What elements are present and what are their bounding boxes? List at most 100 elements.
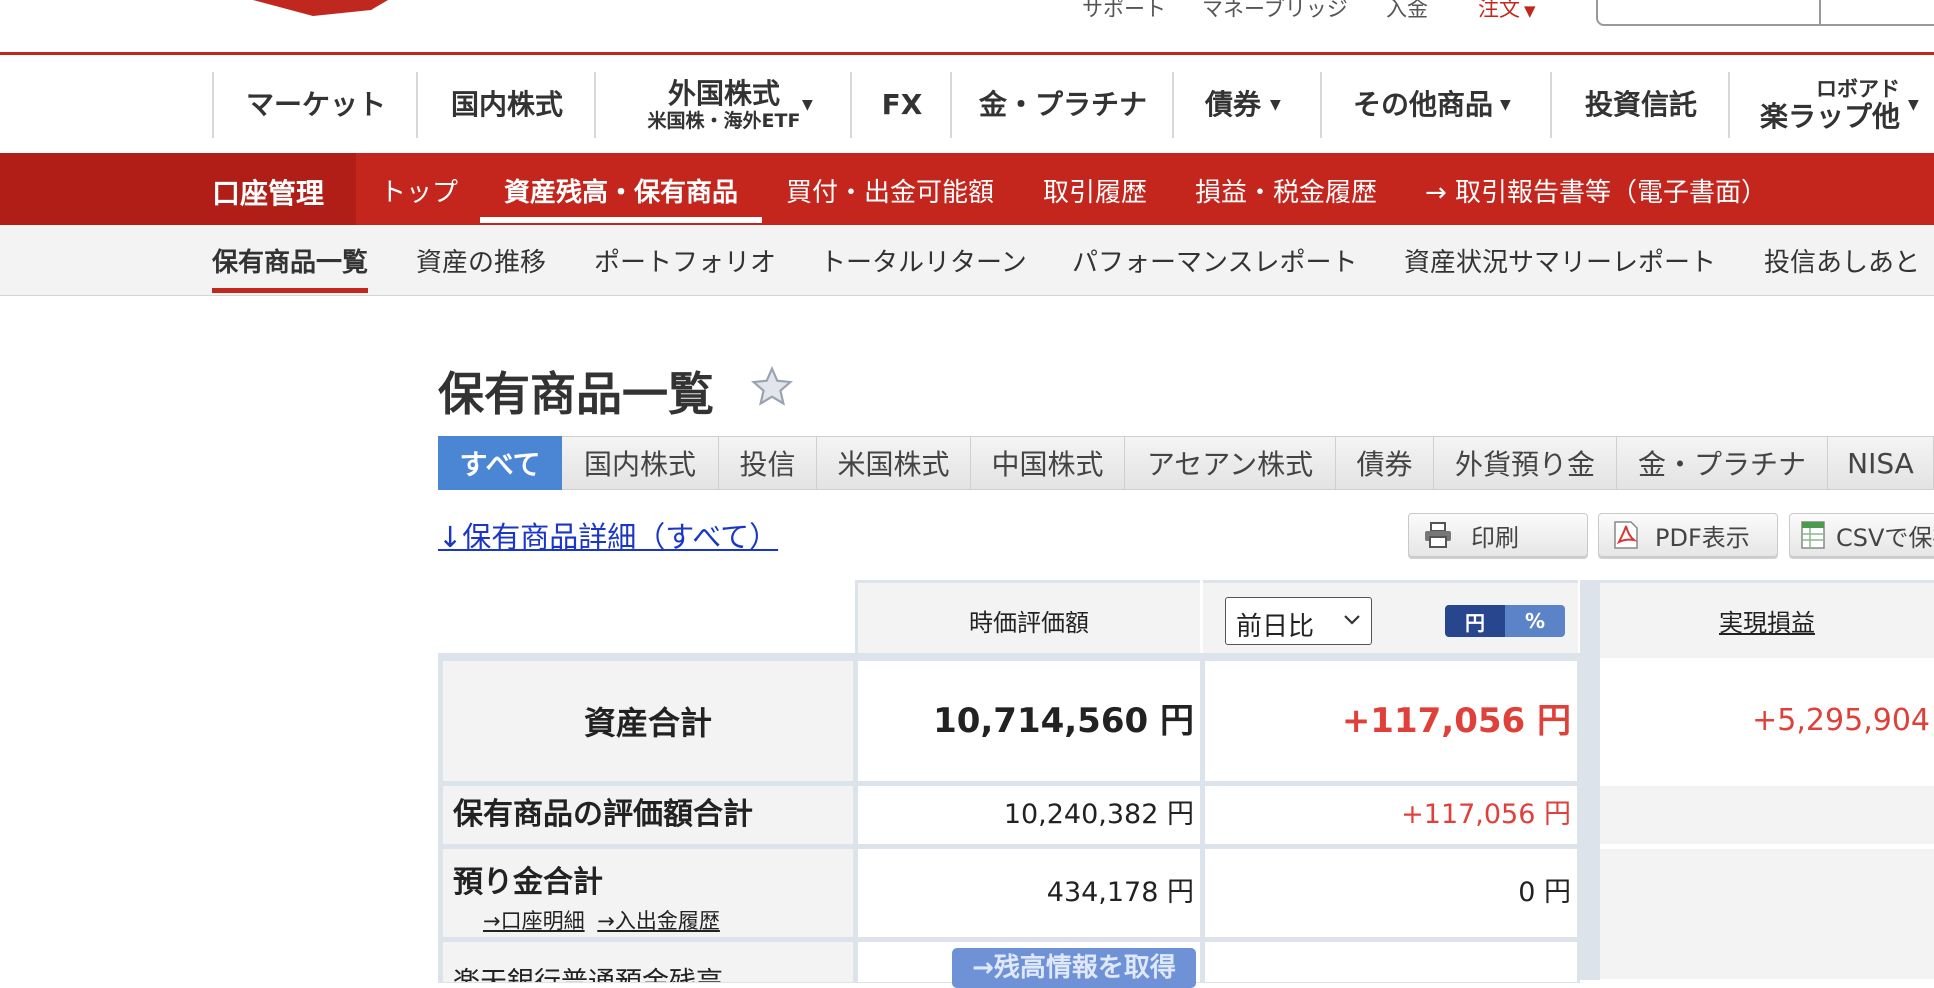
brand-logo[interactable]: [253, 0, 388, 16]
nav-domestic-stocks[interactable]: 国内株式: [416, 72, 596, 138]
order-label: 注文: [1478, 0, 1520, 21]
top-header: サポート マネーブリッジ 入金 注文 ▼: [0, 0, 1934, 52]
account-nav: 口座管理 トップ 資産残高・保有商品 買付・出金可能額 取引履歴 損益・税金履歴…: [0, 153, 1934, 225]
deposit-link[interactable]: 入金: [1386, 0, 1428, 20]
chevron-down-icon: ▼: [1270, 97, 1281, 113]
subnav-fund-history[interactable]: 投信あしあと: [1764, 242, 1920, 279]
nav-bonds[interactable]: 債券: [1172, 72, 1322, 138]
holdings-total-change: +117,056 円: [1205, 786, 1577, 844]
tab-gold-platinum[interactable]: 金・プラチナ: [1617, 436, 1828, 490]
deposit-total-change: 0 円: [1205, 849, 1577, 937]
print-button[interactable]: 印刷: [1408, 513, 1588, 557]
nav-gold-platinum[interactable]: 金・プラチナ: [950, 72, 1174, 138]
tab-nisa[interactable]: NISA: [1828, 436, 1934, 490]
tab-top[interactable]: トップ: [380, 172, 458, 209]
order-menu[interactable]: 注文 ▼: [1478, 0, 1536, 20]
account-nav-title-label: 口座管理: [212, 177, 325, 210]
money-bridge-link[interactable]: マネーブリッジ: [1202, 0, 1348, 20]
chevron-down-icon: ▼: [802, 97, 813, 113]
sub-nav: 保有商品一覧 資産の推移 ポートフォリオ トータルリターン パフォーマンスレポー…: [0, 225, 1934, 296]
tab-china-stocks[interactable]: 中国株式: [971, 436, 1125, 490]
nav-bonds-label: 債券: [1204, 88, 1261, 121]
chevron-down-icon: ▼: [1524, 2, 1536, 20]
pdf-view-label: PDF表示: [1655, 523, 1750, 552]
star-icon[interactable]: [750, 365, 794, 409]
pdf-view-button[interactable]: PDF表示: [1598, 513, 1778, 557]
pdf-icon: [1614, 521, 1638, 549]
holdings-total-value: 10,240,382 円: [858, 786, 1200, 844]
tab-asean-stocks[interactable]: アセアン株式: [1125, 436, 1336, 490]
tab-trade-reports[interactable]: → 取引報告書等（電子書面）: [1425, 172, 1767, 209]
nav-fx[interactable]: FX: [850, 72, 952, 138]
print-label: 印刷: [1471, 523, 1519, 552]
change-period-value: 前日比: [1236, 612, 1315, 642]
realized-pnl-header-label[interactable]: 実現損益: [1719, 603, 1815, 638]
deposit-withdraw-history-link[interactable]: →入出金履歴: [597, 909, 720, 933]
nav-market-label: マーケット: [245, 88, 386, 121]
nav-investment-trusts[interactable]: 投資信託: [1550, 72, 1730, 138]
tab-purchase-withdraw[interactable]: 買付・出金可能額: [786, 172, 994, 209]
nav-fx-label: FX: [881, 88, 923, 121]
deposit-total-label: 預り金合計: [453, 865, 603, 900]
chevron-down-icon: ▼: [1500, 97, 1511, 113]
column-gap: [1580, 580, 1600, 980]
unit-yen-option[interactable]: 円: [1445, 605, 1505, 637]
deposit-total-cell: 預り金合計 →口座明細 →入出金履歴: [443, 849, 853, 937]
nav-foreign-stocks[interactable]: 外国株式 米国株・海外ETF: [594, 72, 852, 138]
tab-investment-trusts[interactable]: 投信: [719, 436, 817, 490]
fetch-balance-button[interactable]: →残高情報を取得: [952, 948, 1196, 988]
tab-trade-history[interactable]: 取引履歴: [1043, 172, 1147, 209]
tab-pnl-tax-history[interactable]: 損益・税金履歴: [1195, 172, 1377, 209]
unit-toggle[interactable]: 円 %: [1445, 605, 1565, 637]
page-title: 保有商品一覧: [438, 367, 714, 421]
deposit-realized-empty: [1600, 849, 1934, 979]
search-input[interactable]: [1596, 0, 1934, 26]
bank-balance-change: [1205, 942, 1577, 982]
account-nav-title[interactable]: 口座管理: [0, 153, 356, 225]
account-detail-link[interactable]: →口座明細: [483, 909, 585, 933]
market-value-header: 時価評価額: [855, 580, 1200, 658]
holdings-detail-link[interactable]: ↓保有商品詳細（すべて）: [438, 514, 778, 556]
spreadsheet-icon: [1801, 521, 1825, 549]
nav-gold-platinum-label: 金・プラチナ: [978, 88, 1147, 121]
printer-icon: [1425, 522, 1451, 548]
nav-robo-advisor-top: ロボアド: [1816, 77, 1900, 101]
deposit-total-value: 434,178 円: [858, 849, 1200, 937]
realized-pnl-header: 実現損益: [1600, 580, 1934, 658]
search-divider: [1819, 0, 1821, 24]
subnav-asset-summary-report[interactable]: 資産状況サマリーレポート: [1404, 242, 1716, 279]
nav-domestic-stocks-label: 国内株式: [450, 88, 563, 121]
csv-save-label: CSVで保存: [1836, 523, 1934, 552]
change-period-select[interactable]: 前日比: [1225, 597, 1372, 645]
active-subnav-indicator: [212, 288, 368, 293]
support-link[interactable]: サポート: [1082, 0, 1166, 20]
nav-investment-trusts-label: 投資信託: [1584, 88, 1697, 121]
tab-assets-holdings[interactable]: 資産残高・保有商品: [504, 172, 738, 209]
chevron-down-icon: ▼: [1908, 97, 1919, 113]
nav-robo-advisor-label: 楽ラップ他: [1760, 100, 1901, 133]
nav-foreign-stocks-sub: 米国株・海外ETF: [647, 110, 801, 132]
subnav-holdings-list[interactable]: 保有商品一覧: [212, 242, 368, 279]
tab-bonds[interactable]: 債券: [1336, 436, 1434, 490]
subnav-total-return[interactable]: トータルリターン: [820, 242, 1027, 279]
nav-market[interactable]: マーケット: [212, 72, 418, 138]
unit-percent-option[interactable]: %: [1505, 605, 1565, 637]
tab-all[interactable]: すべて: [438, 436, 562, 490]
csv-save-button[interactable]: CSVで保存: [1789, 513, 1934, 557]
tab-foreign-currency-deposits[interactable]: 外貨預り金: [1434, 436, 1617, 490]
tab-domestic-stocks[interactable]: 国内株式: [562, 436, 719, 490]
subnav-asset-trend[interactable]: 資産の推移: [416, 242, 546, 279]
total-assets-change: +117,056 円: [1205, 661, 1577, 781]
market-value-header-label: 時価評価額: [969, 609, 1089, 637]
nav-other-products[interactable]: その他商品: [1320, 72, 1552, 138]
active-tab-indicator: [480, 217, 762, 223]
main-nav: マーケット 国内株式 外国株式 米国株・海外ETF ▼ FX 金・プラチナ 債券…: [0, 55, 1934, 153]
tab-us-stocks[interactable]: 米国株式: [817, 436, 971, 490]
subnav-portfolio[interactable]: ポートフォリオ: [594, 242, 776, 279]
nav-foreign-stocks-label: 外国株式: [667, 77, 780, 110]
bank-balance-cell: 楽天銀行普通預金残高: [443, 942, 853, 982]
chevron-down-icon: [1344, 615, 1360, 625]
nav-other-products-label: その他商品: [1352, 88, 1493, 121]
subnav-performance-report[interactable]: パフォーマンスレポート: [1072, 242, 1357, 279]
nav-robo-advisor[interactable]: ロボアド 楽ラップ他: [1728, 72, 1934, 138]
